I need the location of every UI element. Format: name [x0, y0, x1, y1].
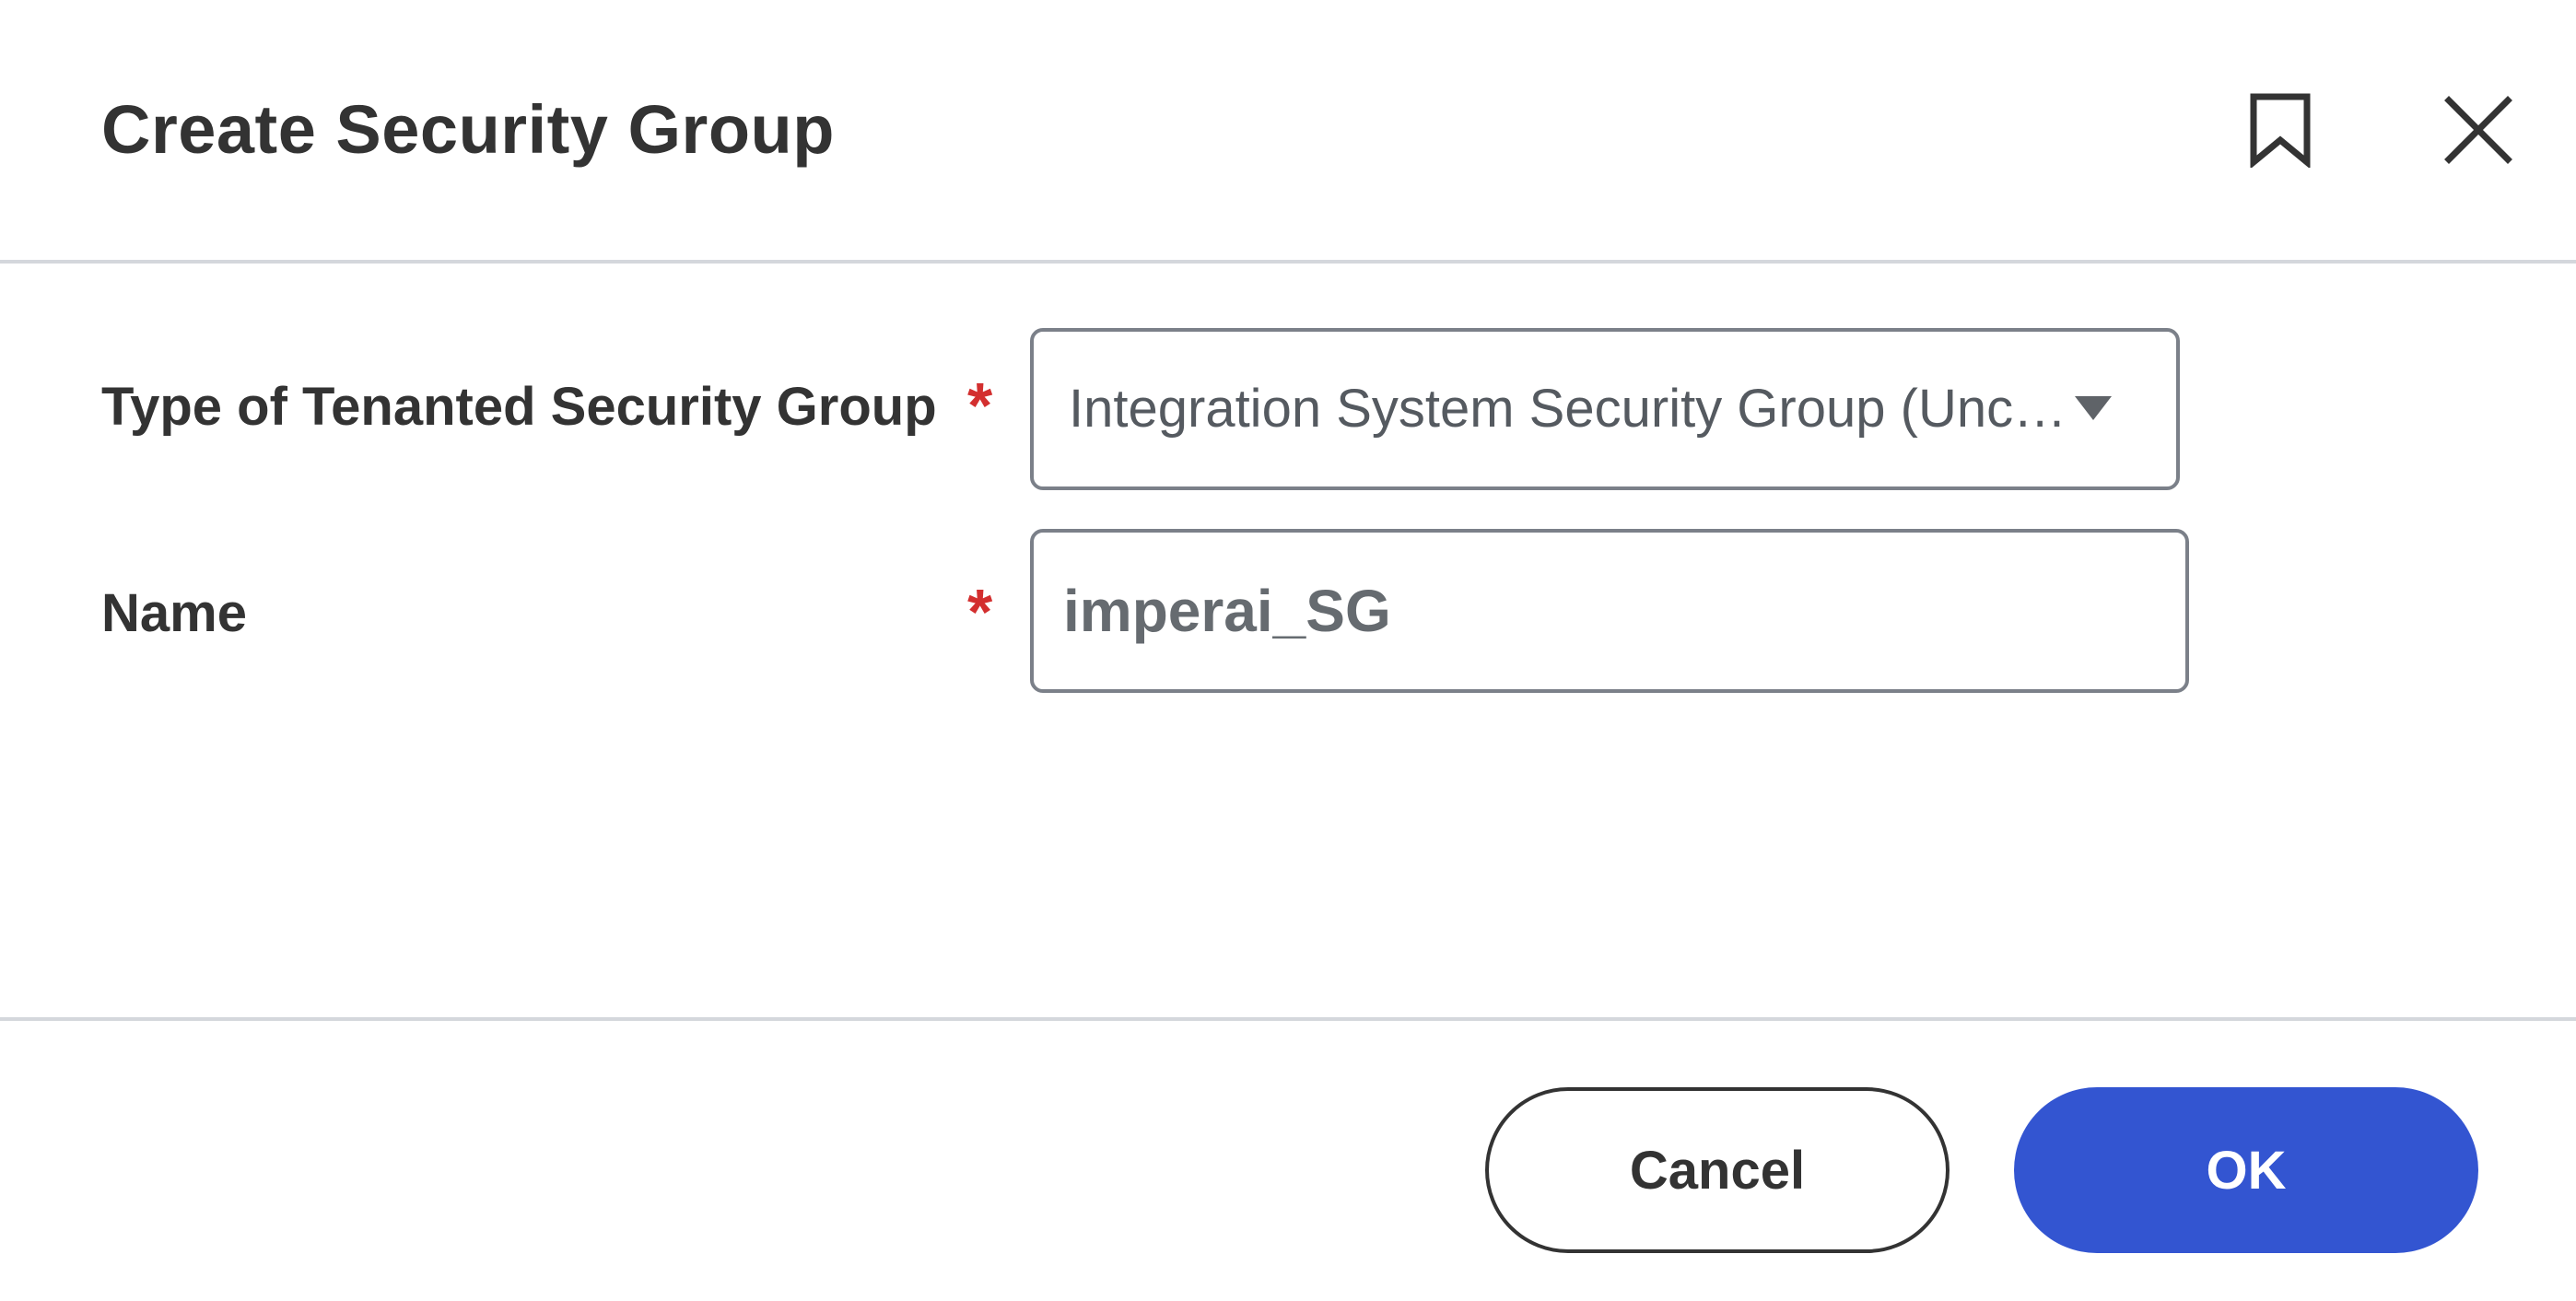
required-indicator: * — [967, 369, 993, 441]
chevron-down-icon — [2075, 396, 2112, 420]
cancel-button[interactable]: Cancel — [1485, 1087, 1950, 1253]
name-row: Name * — [0, 529, 2576, 695]
create-security-group-dialog: Create Security Group Type of Tenanted S… — [0, 0, 2576, 1301]
footer-divider — [0, 1017, 2576, 1021]
name-input[interactable] — [1030, 529, 2189, 693]
type-of-security-group-value: Integration System Security Group (Uncon… — [1069, 379, 2073, 439]
type-of-security-group-select[interactable]: Integration System Security Group (Uncon… — [1030, 328, 2180, 490]
type-of-security-group-row: Type of Tenanted Security Group * Integr… — [0, 328, 2576, 494]
bookmark-button[interactable] — [2230, 79, 2331, 181]
close-button[interactable] — [2428, 79, 2529, 181]
close-icon — [2444, 96, 2512, 164]
required-indicator: * — [967, 576, 993, 648]
dialog-header: Create Security Group — [0, 0, 2576, 264]
name-label: Name — [101, 583, 247, 643]
ok-button[interactable]: OK — [2014, 1087, 2478, 1253]
type-of-security-group-label: Type of Tenanted Security Group — [101, 377, 937, 437]
dialog-title: Create Security Group — [101, 91, 835, 168]
bookmark-icon — [2250, 93, 2311, 168]
